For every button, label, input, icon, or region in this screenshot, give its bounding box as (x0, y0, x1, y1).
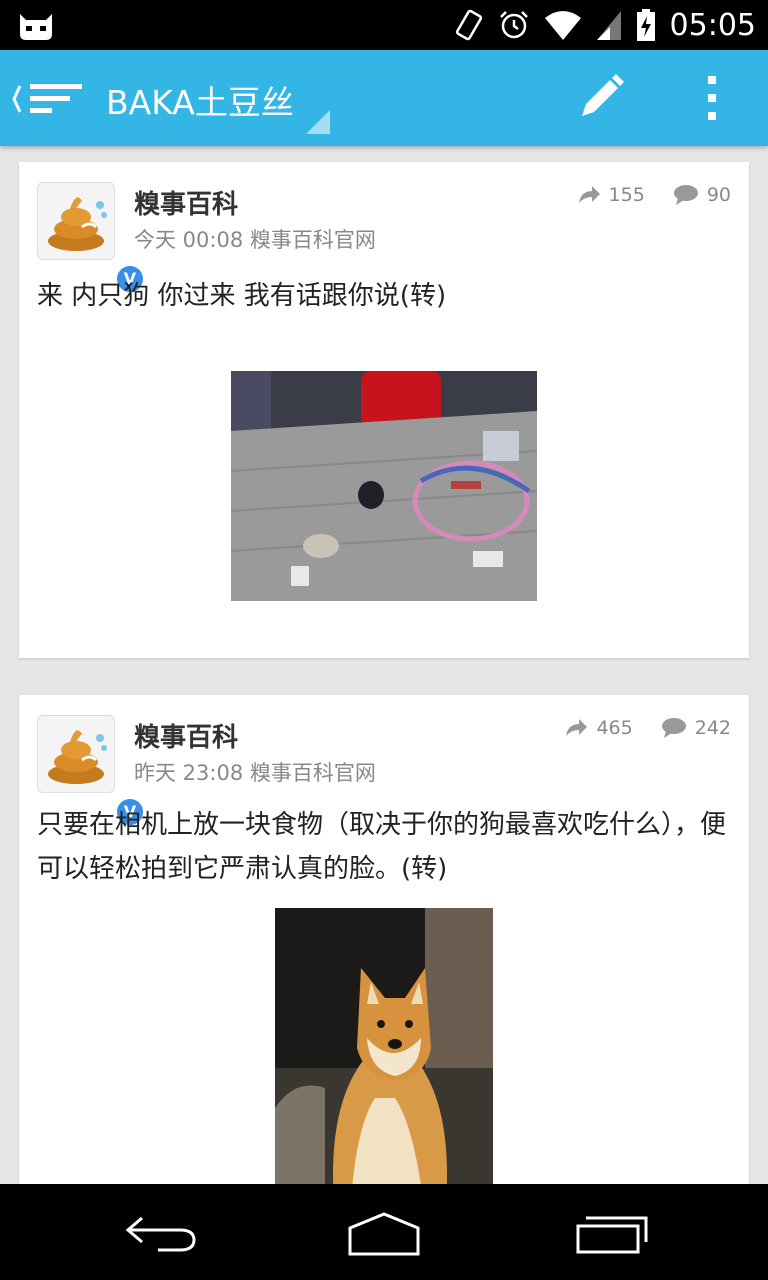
recent-apps-icon[interactable] (560, 1208, 660, 1258)
post-meta: 今天 00:08 糗事百科官网 (134, 224, 376, 254)
avatar[interactable]: V (37, 182, 146, 295)
drawer-icon[interactable] (6, 82, 86, 116)
account-title[interactable]: BAKA土豆丝 (106, 76, 294, 124)
post-meta: 昨天 23:08 糗事百科官网 (134, 757, 376, 787)
rotate-icon (455, 9, 482, 41)
repost-icon[interactable] (564, 718, 588, 738)
overflow-icon[interactable] (700, 74, 724, 122)
action-bar: BAKA土豆丝 (0, 50, 768, 146)
home-icon[interactable] (334, 1208, 434, 1258)
avatar[interactable]: V (37, 715, 146, 828)
post-source: 糗事百科官网 (249, 228, 376, 252)
post-stats: 465 242 (564, 717, 731, 739)
comment-icon[interactable] (673, 184, 699, 206)
wifi-icon (544, 11, 581, 40)
navigation-bar (0, 1184, 768, 1280)
spinner-corner-icon (306, 110, 330, 134)
post-text: 来 内只狗 你过来 我有话跟你说(转) (37, 281, 447, 311)
post-image[interactable] (231, 371, 537, 601)
timeline-feed[interactable]: V 糗事百科 今天 00:08 糗事百科官网 155 90 来 内只狗 你过来 … (0, 146, 768, 1184)
post-card[interactable]: V 糗事百科 昨天 23:08 糗事百科官网 465 242 只要在相机上放一块… (19, 695, 749, 1184)
comment-count: 90 (706, 184, 731, 206)
back-icon[interactable] (110, 1208, 210, 1258)
battery-icon (636, 9, 655, 41)
post-source: 糗事百科官网 (249, 761, 376, 785)
post-card[interactable]: V 糗事百科 今天 00:08 糗事百科官网 155 90 来 内只狗 你过来 … (19, 162, 749, 658)
post-stats: 155 90 (577, 184, 731, 206)
post-time: 今天 00:08 (134, 228, 244, 252)
comment-icon[interactable] (661, 717, 687, 739)
signal-icon (596, 11, 621, 40)
post-author[interactable]: 糗事百科 (134, 184, 238, 221)
alarm-icon (499, 11, 528, 39)
poop-avatar-icon (48, 730, 107, 784)
post-text: 只要在相机上放一块食物（取决于你的狗最喜欢吃什么），便可以轻松拍到它严肃认真的脸… (37, 810, 727, 884)
post-time: 昨天 23:08 (134, 761, 244, 785)
poop-avatar-icon (48, 197, 107, 251)
repost-count: 465 (596, 717, 633, 739)
cyanogen-icon (20, 14, 52, 40)
clock-time: 05:05 (669, 7, 756, 43)
status-bar: 05:05 (0, 0, 768, 50)
comment-count: 242 (694, 717, 731, 739)
repost-count: 155 (608, 184, 645, 206)
edit-icon[interactable] (574, 72, 626, 124)
post-image[interactable] (275, 908, 493, 1184)
repost-icon[interactable] (577, 185, 601, 205)
post-author[interactable]: 糗事百科 (134, 717, 238, 754)
